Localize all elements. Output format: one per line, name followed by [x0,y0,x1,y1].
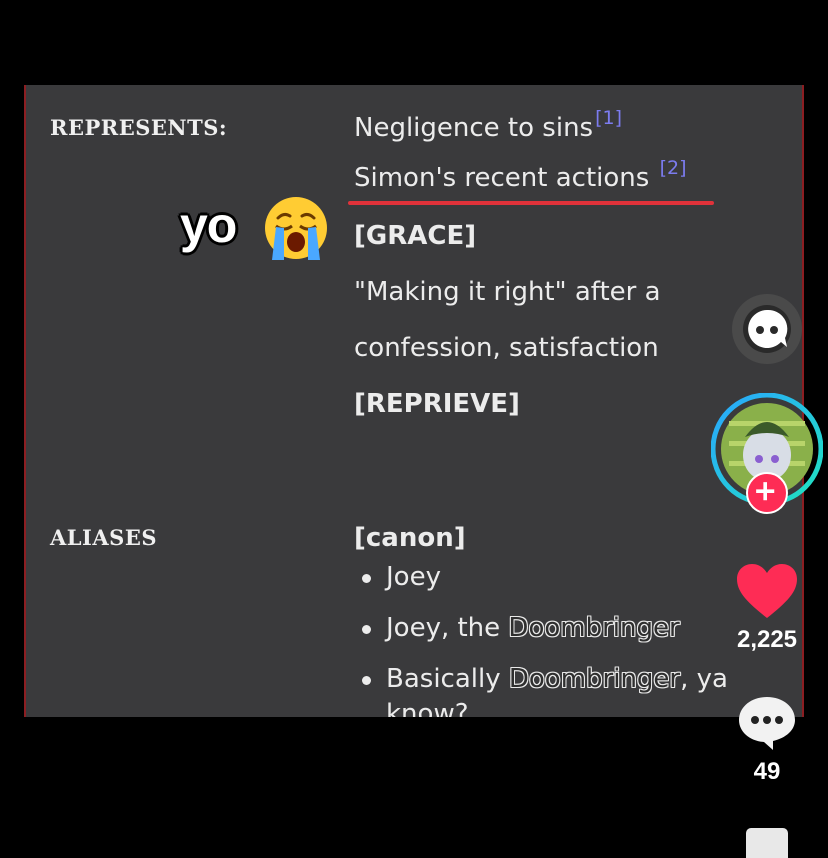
grace-heading: [GRACE] [354,221,477,251]
represents-label: REPRESENTS: [50,115,228,140]
alias-item-3-continued: know? [386,699,469,717]
follow-plus-icon [756,482,775,501]
alias-item-3: Basically Doombringer, ya [386,664,728,694]
alias-item-1: Joey [386,562,441,592]
reprieve-heading: [REPRIEVE] [354,389,520,419]
comment-count: 49 [753,758,781,785]
comment-button[interactable] [737,694,797,752]
represents-line-1: Negligence to sins [1] [354,107,622,143]
like-button[interactable] [735,562,799,622]
wiki-panel: REPRESENTS: Negligence to sins [1] Simon'… [24,85,804,717]
crying-face-icon [265,197,327,260]
represents-text-2: Simon's recent actions [354,163,650,193]
bullet [362,574,371,583]
alias-3-prefix: Basically [386,664,509,694]
represents-line-2: Simon's recent actions [2] [354,157,687,193]
grace-text-1: "Making it right" after a [354,277,661,307]
bullet [362,676,371,685]
heart-icon [737,564,797,618]
doombringer-link[interactable]: Doombringer [508,613,679,643]
grace-text-2: confession, satisfaction [354,333,659,363]
aliases-label: ALIASES [50,525,158,550]
like-count: 2,225 [736,626,798,653]
canon-heading: [canon] [354,523,466,553]
ai-chat-icon [743,305,791,353]
alias-3-suffix: , ya [680,664,728,694]
yo-caption: yo [180,197,237,253]
bullet [362,625,371,634]
reference-link-1[interactable]: [1] [595,107,622,129]
comment-icon [739,697,795,750]
represents-text-1: Negligence to sins [354,113,594,143]
doombringer-link[interactable]: Doombringer [509,664,680,694]
save-button[interactable] [746,828,788,858]
alias-item-2: Joey, the Doombringer [386,613,680,643]
follow-button[interactable] [746,472,788,514]
red-underline-annotation [348,201,714,205]
alias-2-prefix: Joey, the [386,613,509,643]
ai-chat-button[interactable] [732,294,802,364]
reference-link-2[interactable]: [2] [660,157,687,179]
